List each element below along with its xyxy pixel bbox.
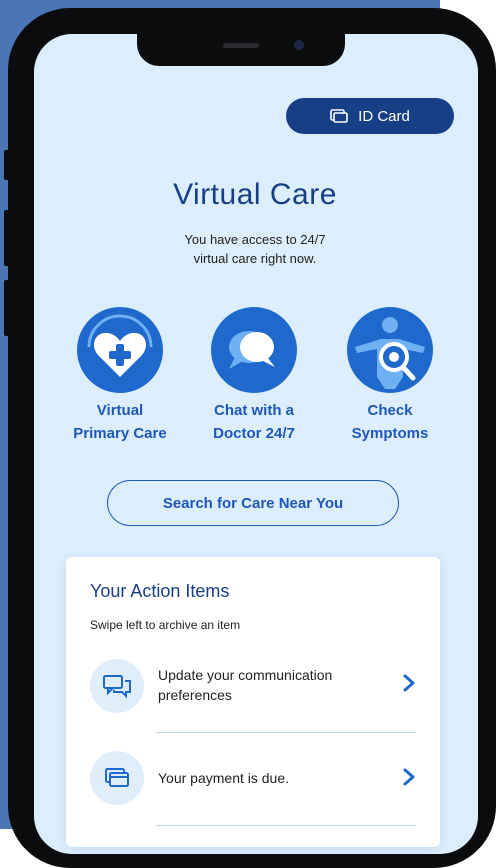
page-subtitle: You have access to 24/7 virtual care rig… <box>184 232 326 266</box>
card-subtitle: Swipe left to archive an item <box>90 618 241 632</box>
phone-camera <box>294 40 304 50</box>
search-care-button[interactable]: Search for Care Near You <box>107 480 399 526</box>
chevron-right-icon <box>402 673 416 699</box>
chat-bubbles-icon <box>211 307 297 393</box>
phone-notch <box>137 34 345 66</box>
divider <box>156 825 416 826</box>
symptom-search-icon <box>347 307 433 393</box>
id-card-button[interactable]: ID Card <box>286 98 454 134</box>
chevron-right-icon <box>402 767 416 793</box>
service-virtual-primary-care[interactable]: Virtual Primary Care <box>58 307 182 445</box>
id-card-icon <box>330 109 348 123</box>
phone-side-button <box>4 150 10 180</box>
message-icon <box>90 659 144 713</box>
id-card-label: ID Card <box>358 107 410 125</box>
heart-plus-icon <box>77 307 163 393</box>
phone-speaker <box>223 43 259 48</box>
action-item-payment[interactable]: Your payment is due. <box>90 751 420 811</box>
card-icon <box>90 751 144 805</box>
service-chat-with-doctor[interactable]: Chat with a Doctor 24/7 <box>192 307 316 445</box>
action-item-text: Update your communication preferences <box>158 667 333 703</box>
service-label: Check Symptoms <box>351 402 429 442</box>
service-check-symptoms[interactable]: Check Symptoms <box>328 307 452 445</box>
divider <box>156 732 416 733</box>
action-item-text: Your payment is due. <box>158 770 290 786</box>
page-title: Virtual Care <box>173 178 337 211</box>
phone-side-button <box>4 210 10 266</box>
card-title: Your Action Items <box>90 581 230 601</box>
action-items-card: Your Action Items Swipe left to archive … <box>66 557 440 847</box>
service-label: Chat with a Doctor 24/7 <box>213 402 295 442</box>
action-item-communication[interactable]: Update your communication preferences <box>90 657 420 717</box>
service-label: Virtual Primary Care <box>73 402 167 442</box>
phone-side-button <box>4 280 10 336</box>
